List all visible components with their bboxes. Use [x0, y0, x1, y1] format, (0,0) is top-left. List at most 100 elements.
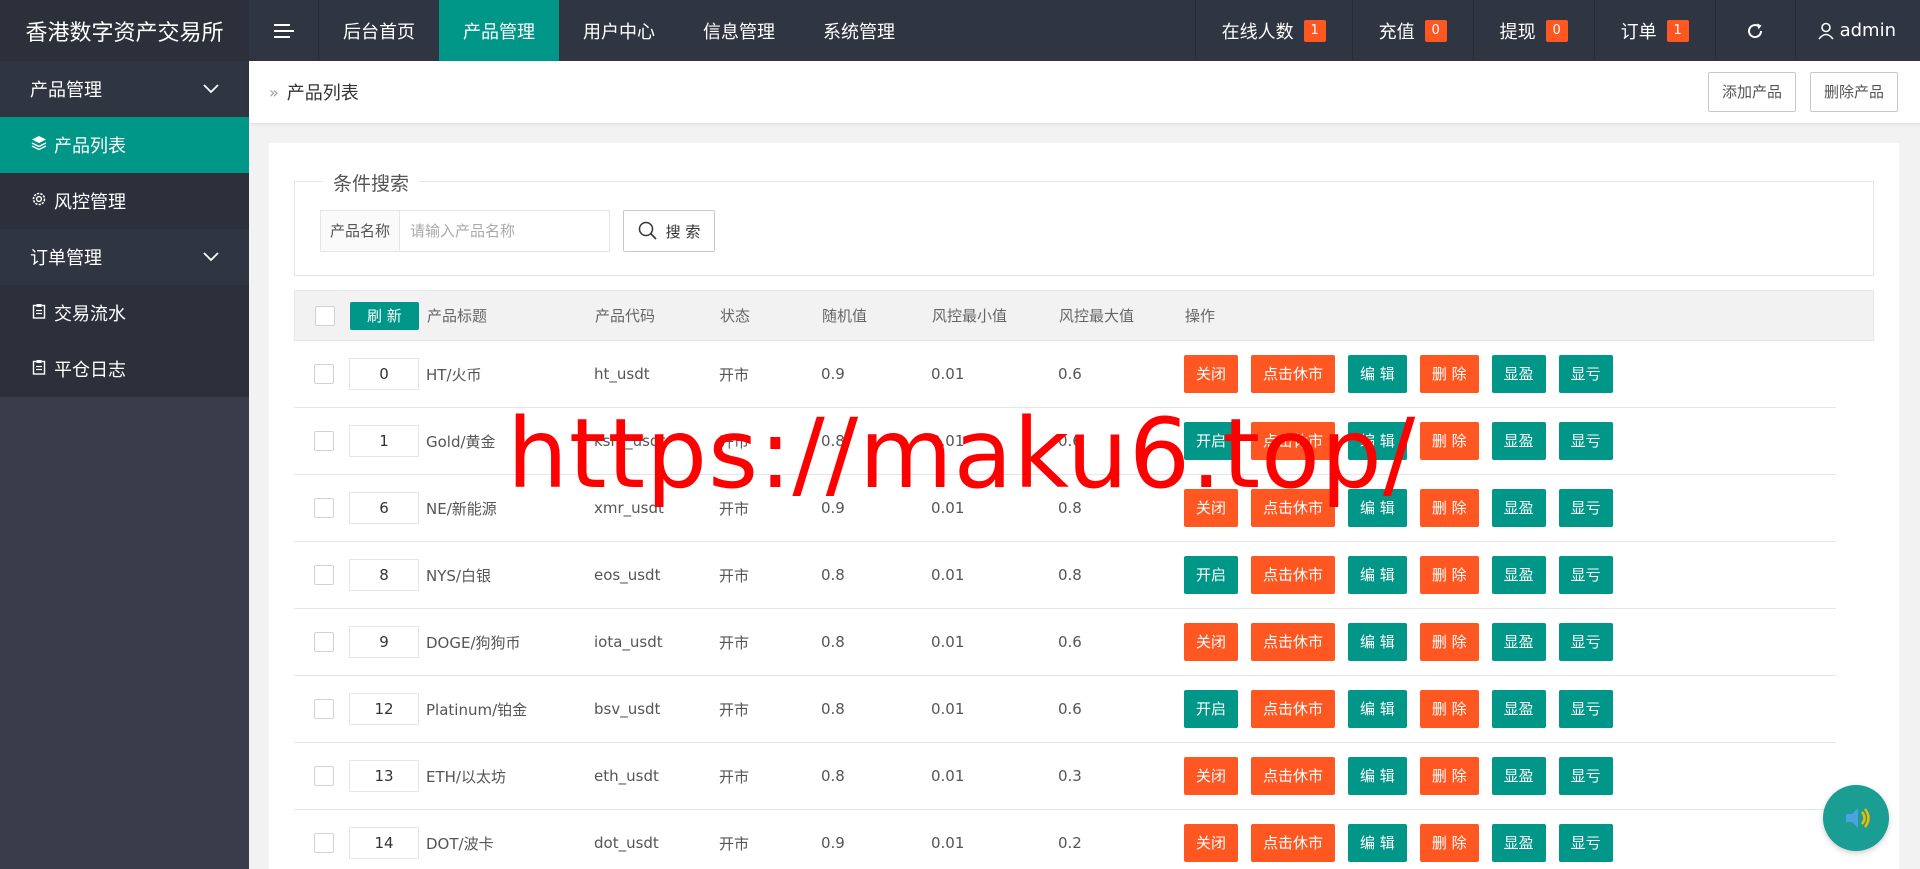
- menu-toggle-icon[interactable]: [249, 0, 319, 61]
- show-loss-button[interactable]: 显亏: [1558, 690, 1613, 728]
- row-checkbox[interactable]: [314, 833, 334, 853]
- nav-item-0[interactable]: 后台首页: [319, 0, 439, 61]
- stat-item-3[interactable]: 订单 1: [1593, 0, 1715, 61]
- show-loss-button[interactable]: 显亏: [1558, 757, 1613, 795]
- toggle-button[interactable]: 关闭: [1184, 489, 1239, 527]
- sort-input[interactable]: 6: [349, 492, 419, 524]
- toggle-button[interactable]: 关闭: [1184, 824, 1239, 862]
- toggle-button[interactable]: 开启: [1184, 556, 1239, 594]
- show-loss-button[interactable]: 显亏: [1558, 489, 1613, 527]
- show-profit-button[interactable]: 显盈: [1491, 422, 1546, 460]
- sidebar-group-1[interactable]: 订单管理: [0, 229, 249, 285]
- show-loss-button[interactable]: 显亏: [1558, 824, 1613, 862]
- toggle-button[interactable]: 关闭: [1184, 623, 1239, 661]
- show-profit-button[interactable]: 显盈: [1491, 556, 1546, 594]
- sort-input[interactable]: 12: [349, 693, 419, 725]
- sort-input[interactable]: 9: [349, 626, 419, 658]
- product-code: bsv_usdt: [594, 700, 661, 718]
- product-status: 开市: [719, 365, 750, 384]
- market-rest-button[interactable]: 点击休市: [1251, 355, 1336, 393]
- nav-item-1[interactable]: 产品管理: [439, 0, 559, 61]
- edit-button[interactable]: 编 辑: [1348, 757, 1407, 795]
- delete-button[interactable]: 删 除: [1419, 757, 1479, 795]
- row-checkbox[interactable]: [314, 699, 334, 719]
- product-name-input[interactable]: [399, 210, 611, 252]
- add-product-button[interactable]: 添加产品: [1707, 72, 1796, 112]
- toggle-button[interactable]: 关闭: [1184, 355, 1239, 393]
- show-loss-button[interactable]: 显亏: [1558, 355, 1613, 393]
- show-loss-button[interactable]: 显亏: [1558, 623, 1613, 661]
- edit-button[interactable]: 编 辑: [1348, 824, 1407, 862]
- toggle-button[interactable]: 开启: [1184, 690, 1239, 728]
- sort-input[interactable]: 0: [349, 358, 419, 390]
- random-value: 0.8: [821, 700, 845, 718]
- row-checkbox[interactable]: [314, 498, 334, 518]
- market-rest-button[interactable]: 点击休市: [1251, 690, 1336, 728]
- show-loss-button[interactable]: 显亏: [1558, 556, 1613, 594]
- edit-button[interactable]: 编 辑: [1348, 623, 1407, 661]
- show-loss-button[interactable]: 显亏: [1558, 422, 1613, 460]
- sidebar-item-1-1[interactable]: 平仓日志: [0, 341, 249, 397]
- stat-item-1[interactable]: 充值 0: [1351, 0, 1473, 61]
- sidebar-item-1-0[interactable]: 交易流水: [0, 285, 249, 341]
- risk-max: 0.3: [1058, 767, 1082, 785]
- stat-item-2[interactable]: 提现 0: [1472, 0, 1594, 61]
- market-rest-button[interactable]: 点击休市: [1251, 422, 1336, 460]
- market-rest-button[interactable]: 点击休市: [1251, 556, 1336, 594]
- sound-float-button[interactable]: [1823, 785, 1889, 851]
- row-checkbox[interactable]: [314, 431, 334, 451]
- delete-button[interactable]: 删 除: [1419, 824, 1479, 862]
- nav-item-2[interactable]: 用户中心: [559, 0, 679, 61]
- sort-input[interactable]: 13: [349, 760, 419, 792]
- col-title: 产品标题: [427, 307, 488, 325]
- row-checkbox[interactable]: [314, 632, 334, 652]
- search-fieldset: 条件搜索 产品名称 搜 索: [294, 169, 1874, 276]
- edit-button[interactable]: 编 辑: [1348, 489, 1407, 527]
- delete-button[interactable]: 删 除: [1419, 556, 1479, 594]
- show-profit-button[interactable]: 显盈: [1491, 690, 1546, 728]
- select-all-checkbox[interactable]: [315, 305, 335, 326]
- delete-button[interactable]: 删 除: [1419, 422, 1479, 460]
- row-checkbox[interactable]: [314, 565, 334, 585]
- show-profit-button[interactable]: 显盈: [1491, 757, 1546, 795]
- toggle-button[interactable]: 关闭: [1184, 757, 1239, 795]
- show-profit-button[interactable]: 显盈: [1491, 824, 1546, 862]
- table-header: 刷 新 产品标题 产品代码 状态 随机值 风控最小值 风控最大值 操作: [294, 290, 1874, 341]
- search-icon: [638, 221, 657, 240]
- delete-button[interactable]: 删 除: [1419, 489, 1479, 527]
- sidebar-group-0[interactable]: 产品管理: [0, 61, 249, 117]
- delete-button[interactable]: 删 除: [1419, 623, 1479, 661]
- product-title: DOGE/狗狗币: [426, 633, 521, 652]
- risk-max: 0.8: [1058, 566, 1082, 584]
- edit-button[interactable]: 编 辑: [1348, 690, 1407, 728]
- search-button[interactable]: 搜 索: [623, 210, 716, 252]
- sidebar-item-0-0[interactable]: 产品列表: [0, 117, 249, 173]
- row-checkbox[interactable]: [314, 364, 334, 384]
- show-profit-button[interactable]: 显盈: [1491, 623, 1546, 661]
- show-profit-button[interactable]: 显盈: [1491, 489, 1546, 527]
- nav-item-4[interactable]: 系统管理: [799, 0, 919, 61]
- nav-item-3[interactable]: 信息管理: [679, 0, 799, 61]
- market-rest-button[interactable]: 点击休市: [1251, 489, 1336, 527]
- toggle-button[interactable]: 开启: [1184, 422, 1239, 460]
- delete-button[interactable]: 删 除: [1419, 355, 1479, 393]
- market-rest-button[interactable]: 点击休市: [1251, 824, 1336, 862]
- edit-button[interactable]: 编 辑: [1348, 355, 1407, 393]
- sort-input[interactable]: 14: [349, 827, 419, 859]
- row-checkbox[interactable]: [314, 766, 334, 786]
- user-menu[interactable]: admin: [1794, 0, 1920, 61]
- market-rest-button[interactable]: 点击休市: [1251, 623, 1336, 661]
- table-row: 0 HT/火币 ht_usdt 开市 0.9 0.01 0.6 关闭 点击休市编 辑删 除显盈显…: [294, 341, 1836, 408]
- market-rest-button[interactable]: 点击休市: [1251, 757, 1336, 795]
- delete-product-button[interactable]: 删除产品: [1809, 72, 1898, 112]
- refresh-button[interactable]: 刷 新: [350, 301, 419, 330]
- delete-button[interactable]: 删 除: [1419, 690, 1479, 728]
- sort-input[interactable]: 1: [349, 425, 419, 457]
- show-profit-button[interactable]: 显盈: [1491, 355, 1546, 393]
- refresh-icon[interactable]: [1714, 0, 1795, 61]
- stat-item-0[interactable]: 在线人数 1: [1194, 0, 1352, 61]
- edit-button[interactable]: 编 辑: [1348, 556, 1407, 594]
- sidebar-item-0-1[interactable]: 风控管理: [0, 173, 249, 229]
- edit-button[interactable]: 编 辑: [1348, 422, 1407, 460]
- sort-input[interactable]: 8: [349, 559, 419, 591]
